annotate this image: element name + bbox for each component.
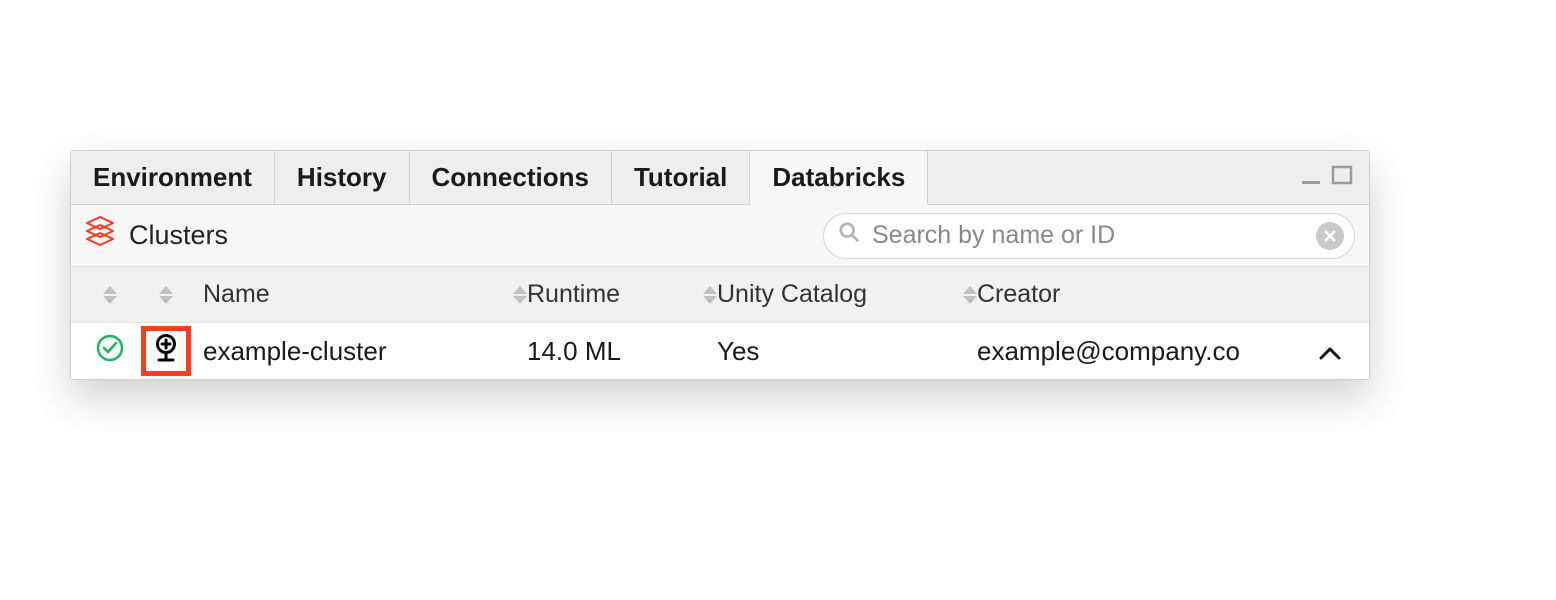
tab-databricks[interactable]: Databricks: [750, 151, 928, 205]
cluster-creator: example@company.co: [977, 336, 1240, 366]
col-name-label: Name: [203, 280, 270, 309]
search-icon: [838, 221, 860, 250]
connect-button-highlight: [141, 326, 191, 376]
col-unity-catalog-label: Unity Catalog: [717, 280, 867, 309]
search-field[interactable]: [823, 213, 1355, 259]
tab-environment[interactable]: Environment: [71, 151, 275, 204]
window-controls: [1291, 151, 1363, 204]
tab-label: Tutorial: [634, 162, 727, 193]
table-row[interactable]: example-cluster 14.0 ML Yes example@comp…: [71, 323, 1369, 379]
cluster-runtime: 14.0 ML: [527, 336, 621, 366]
minimize-icon[interactable]: [1301, 164, 1323, 192]
tab-label: Connections: [432, 162, 589, 193]
tab-label: Environment: [93, 162, 252, 193]
clusters-toolbar: Clusters: [71, 205, 1369, 267]
tab-history[interactable]: History: [275, 151, 410, 204]
sort-status[interactable]: [103, 286, 117, 304]
sort-name[interactable]: [513, 286, 527, 304]
tab-label: History: [297, 162, 387, 193]
col-runtime-label: Runtime: [527, 280, 620, 309]
clear-search-icon[interactable]: [1316, 222, 1344, 250]
databricks-panel: Environment History Connections Tutorial…: [70, 150, 1370, 380]
tab-label: Databricks: [772, 162, 905, 193]
table-header: Name Runtime Unity Catalog Creator: [71, 267, 1369, 323]
cluster-unity-catalog: Yes: [717, 336, 759, 366]
sort-unity-catalog[interactable]: [963, 286, 977, 304]
section-title: Clusters: [129, 220, 228, 251]
cluster-name: example-cluster: [203, 336, 387, 366]
maximize-icon[interactable]: [1331, 164, 1353, 192]
col-creator-label: Creator: [977, 280, 1060, 309]
search-input[interactable]: [870, 220, 1316, 251]
databricks-logo-icon: [85, 215, 115, 256]
connect-to-cluster-icon[interactable]: [151, 333, 181, 370]
tab-tutorial[interactable]: Tutorial: [612, 151, 750, 204]
status-running-icon: [96, 334, 124, 369]
sort-connect[interactable]: [159, 286, 173, 304]
tab-bar: Environment History Connections Tutorial…: [71, 151, 1369, 205]
collapse-row-icon[interactable]: [1319, 336, 1341, 367]
sort-runtime[interactable]: [703, 286, 717, 304]
tab-connections[interactable]: Connections: [410, 151, 612, 204]
